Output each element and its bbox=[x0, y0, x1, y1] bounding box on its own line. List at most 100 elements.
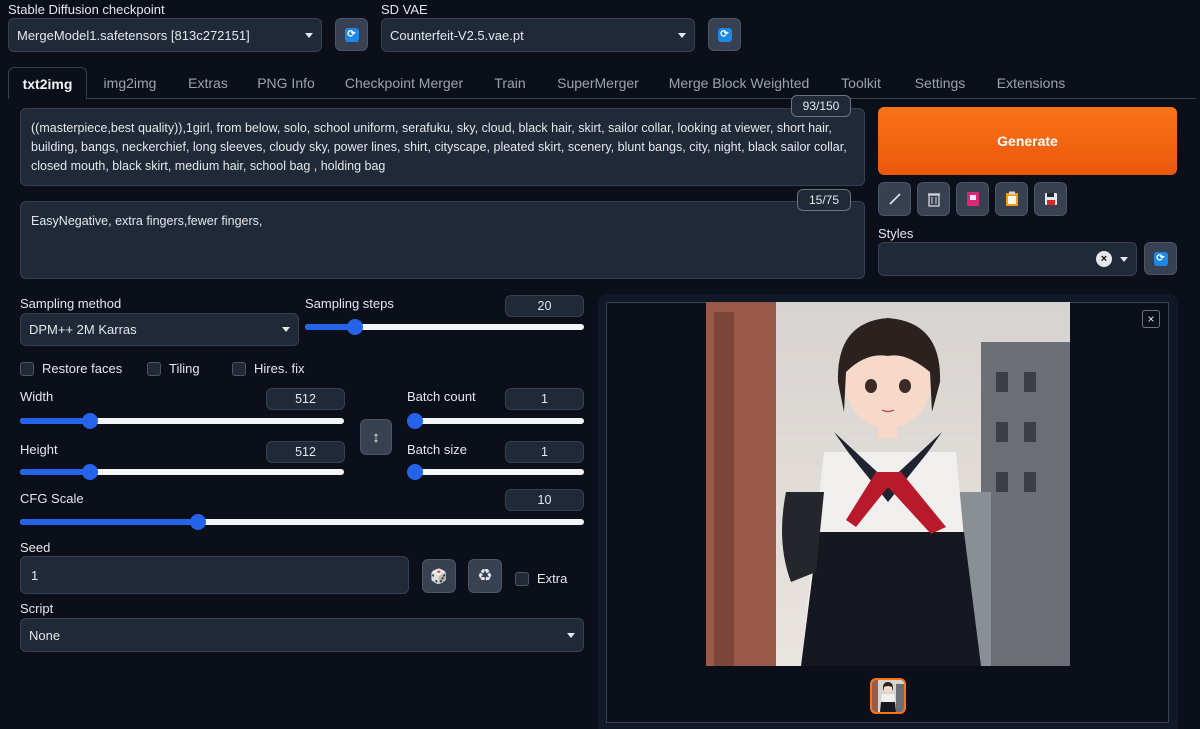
batch-count-label: Batch count bbox=[407, 389, 476, 404]
hires-fix-checkbox[interactable]: Hires. fix bbox=[232, 361, 305, 376]
reuse-seed-button[interactable]: ♻ bbox=[468, 559, 502, 593]
tiling-label: Tiling bbox=[169, 361, 200, 376]
styles-label: Styles bbox=[878, 226, 914, 241]
tab-merge-block-weighted[interactable]: Merge Block Weighted bbox=[660, 67, 818, 99]
sampling-steps-input[interactable]: 20 bbox=[505, 295, 584, 317]
slider-thumb[interactable] bbox=[189, 514, 206, 530]
batch-size-input[interactable]: 1 bbox=[505, 441, 584, 463]
negative-token-counter: 15/75 bbox=[797, 189, 851, 211]
tab-extras[interactable]: Extras bbox=[177, 67, 239, 99]
save-icon bbox=[1044, 193, 1057, 205]
thumbnail-image bbox=[872, 680, 904, 712]
height-label: Height bbox=[20, 442, 58, 457]
card-icon bbox=[966, 192, 979, 206]
batch-count-input[interactable]: 1 bbox=[505, 388, 584, 410]
clipboard-icon bbox=[1005, 191, 1018, 206]
tiling-checkbox[interactable]: Tiling bbox=[147, 361, 200, 376]
trash-icon bbox=[927, 193, 940, 207]
clear-icon[interactable]: × bbox=[1096, 251, 1112, 267]
height-slider[interactable] bbox=[20, 464, 344, 480]
tab-supermerger[interactable]: SuperMerger bbox=[546, 67, 650, 99]
prompt-token-counter: 93/150 bbox=[791, 95, 851, 117]
tab-png-info[interactable]: PNG Info bbox=[248, 67, 324, 99]
slider-thumb[interactable] bbox=[81, 413, 98, 429]
anime-girl-image bbox=[706, 302, 1070, 666]
styles-select[interactable]: × bbox=[878, 242, 1137, 276]
cfg-scale-label: CFG Scale bbox=[20, 491, 84, 506]
sampling-steps-label: Sampling steps bbox=[305, 296, 394, 311]
recycle-icon: ♻ bbox=[477, 566, 493, 585]
extra-seed-checkbox[interactable]: Extra bbox=[515, 571, 567, 586]
arrow-diagonal-icon bbox=[888, 193, 901, 205]
tab-settings[interactable]: Settings bbox=[903, 67, 977, 99]
tab-txt2img[interactable]: txt2img bbox=[8, 67, 87, 99]
refresh-icon: ⟳ bbox=[1153, 251, 1168, 266]
close-icon[interactable]: × bbox=[1142, 310, 1160, 328]
cfg-scale-input[interactable]: 10 bbox=[505, 489, 584, 511]
script-value: None bbox=[29, 627, 61, 643]
chevron-down-icon bbox=[282, 327, 290, 332]
extra-label: Extra bbox=[537, 571, 568, 586]
styles-refresh-button[interactable]: ⟳ bbox=[1144, 242, 1177, 275]
script-label: Script bbox=[20, 601, 54, 616]
batch-size-slider[interactable] bbox=[407, 464, 584, 480]
swap-icon: ↕ bbox=[372, 428, 380, 446]
swap-dimensions-button[interactable]: ↕ bbox=[360, 419, 392, 455]
save-style-button[interactable] bbox=[1034, 182, 1067, 216]
chevron-down-icon bbox=[678, 32, 686, 38]
width-slider[interactable] bbox=[20, 413, 344, 429]
vae-refresh-button[interactable]: ⟳ bbox=[708, 18, 741, 51]
sampling-method-select[interactable]: DPM++ 2M Karras bbox=[20, 313, 299, 346]
batch-count-slider[interactable] bbox=[407, 413, 584, 429]
negative-prompt-textarea[interactable]: EasyNegative, extra fingers,fewer finger… bbox=[20, 201, 865, 279]
slider-thumb[interactable] bbox=[347, 319, 364, 335]
prompt-textarea[interactable]: ((masterpiece,best quality)),1girl, from… bbox=[20, 108, 865, 186]
tab-extensions[interactable]: Extensions bbox=[987, 67, 1075, 99]
trash-button[interactable] bbox=[917, 182, 950, 216]
generate-button[interactable]: Generate bbox=[878, 107, 1177, 175]
sampling-method-value: DPM++ 2M Karras bbox=[29, 322, 137, 337]
show-extra-networks-button[interactable] bbox=[956, 182, 989, 216]
width-input[interactable]: 512 bbox=[266, 388, 345, 410]
seed-label: Seed bbox=[20, 540, 51, 555]
cfg-scale-slider[interactable] bbox=[20, 514, 584, 530]
sampling-steps-slider[interactable] bbox=[305, 319, 584, 335]
read-params-button[interactable] bbox=[878, 182, 911, 216]
restore-faces-label: Restore faces bbox=[42, 361, 123, 376]
checkbox-box[interactable] bbox=[232, 361, 246, 376]
checkbox-box[interactable] bbox=[20, 361, 34, 376]
checkpoint-select[interactable]: MergeModel1.safetensors [813c272151] bbox=[8, 18, 322, 52]
vae-value: Counterfeit-V2.5.vae.pt bbox=[390, 27, 524, 43]
slider-thumb[interactable] bbox=[81, 464, 98, 480]
checkbox-box[interactable] bbox=[515, 571, 529, 586]
hires-fix-label: Hires. fix bbox=[254, 361, 305, 376]
sampling-method-label: Sampling method bbox=[20, 296, 122, 311]
checkbox-box[interactable] bbox=[147, 361, 161, 376]
vae-label: SD VAE bbox=[381, 2, 428, 17]
refresh-icon: ⟳ bbox=[717, 27, 732, 42]
random-seed-button[interactable]: 🎲 bbox=[422, 559, 456, 593]
width-label: Width bbox=[20, 389, 54, 404]
seed-input[interactable]: 1 bbox=[20, 556, 409, 594]
vae-select[interactable]: Counterfeit-V2.5.vae.pt bbox=[381, 18, 695, 52]
checkpoint-refresh-button[interactable]: ⟳ bbox=[335, 18, 368, 51]
slider-thumb[interactable] bbox=[407, 464, 423, 480]
generated-image[interactable] bbox=[706, 302, 1070, 666]
dice-icon: 🎲 bbox=[430, 567, 448, 584]
checkpoint-value: MergeModel1.safetensors [813c272151] bbox=[17, 27, 250, 43]
thumbnail-selected[interactable] bbox=[870, 678, 906, 714]
batch-size-label: Batch size bbox=[407, 442, 467, 457]
refresh-icon: ⟳ bbox=[344, 27, 359, 42]
checkpoint-label: Stable Diffusion checkpoint bbox=[8, 2, 165, 17]
chevron-down-icon bbox=[567, 632, 575, 638]
slider-thumb[interactable] bbox=[407, 413, 423, 429]
chevron-down-icon bbox=[305, 32, 313, 38]
apply-style-button[interactable] bbox=[995, 182, 1028, 216]
chevron-down-icon bbox=[1120, 256, 1128, 262]
tab-img2img[interactable]: img2img bbox=[92, 67, 168, 99]
tab-train[interactable]: Train bbox=[484, 67, 536, 99]
script-select[interactable]: None bbox=[20, 618, 584, 652]
tab-checkpoint-merger[interactable]: Checkpoint Merger bbox=[334, 67, 474, 99]
restore-faces-checkbox[interactable]: Restore faces bbox=[20, 361, 122, 376]
height-input[interactable]: 512 bbox=[266, 441, 345, 463]
